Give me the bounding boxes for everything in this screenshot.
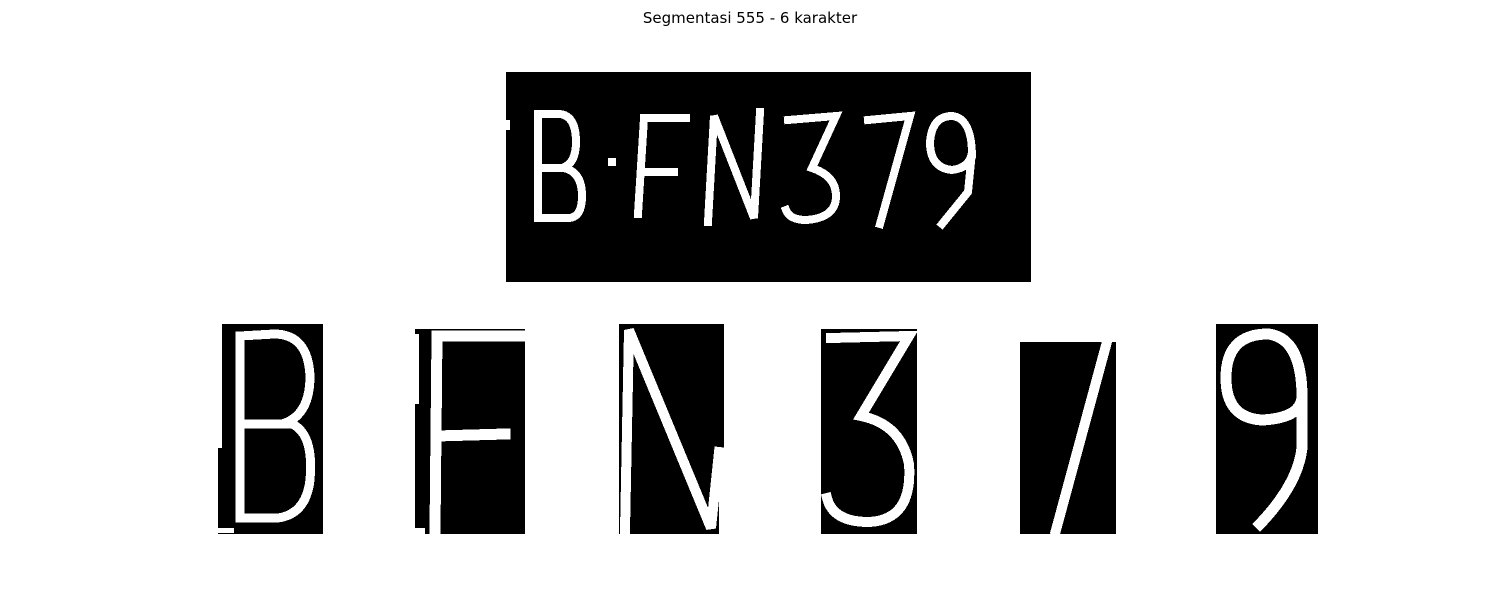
segment-char-4 xyxy=(821,324,917,534)
figure-title: Segmentasi 555 - 6 karakter xyxy=(642,9,858,27)
segment-char-6 xyxy=(1216,324,1318,534)
segment-char-2 xyxy=(415,324,525,534)
segment-char-3 xyxy=(615,324,724,534)
segment-char-5 xyxy=(1020,324,1116,534)
plate-binary-image xyxy=(506,72,1031,282)
segment-char-1 xyxy=(218,324,323,534)
